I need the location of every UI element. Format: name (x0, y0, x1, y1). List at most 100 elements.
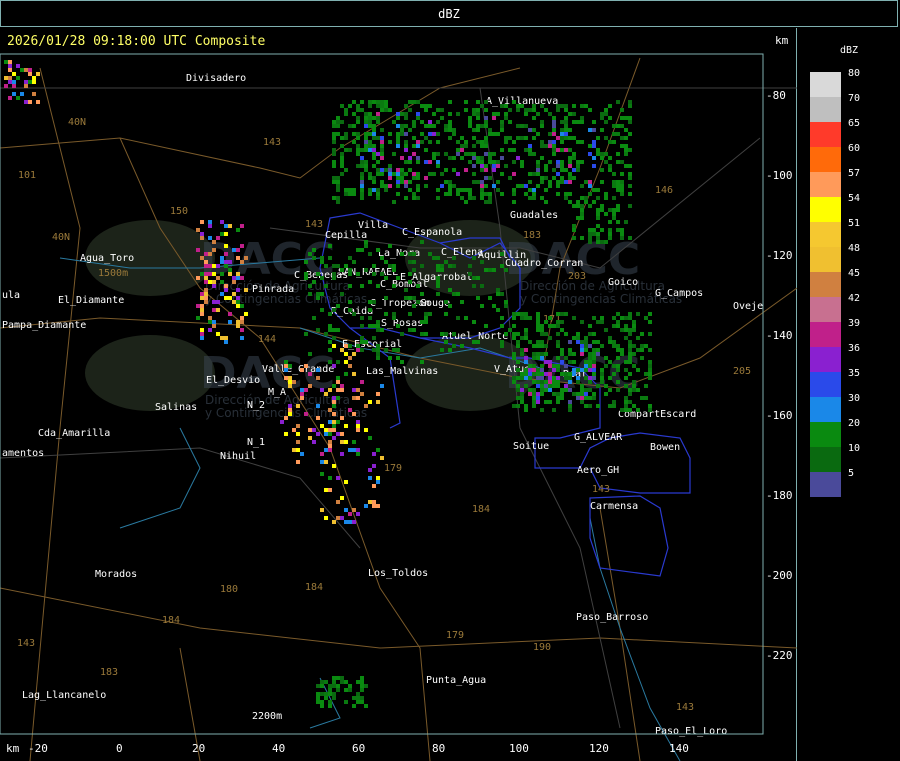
radar-echo (564, 148, 568, 152)
radar-echo (600, 320, 604, 324)
radar-echo (428, 132, 432, 136)
radar-echo (628, 332, 632, 336)
road-number: 150 (170, 206, 188, 217)
radar-echo (240, 328, 244, 332)
radar-echo (480, 104, 484, 108)
radar-echo (236, 228, 240, 232)
radar-echo (348, 192, 352, 196)
radar-echo (560, 148, 564, 152)
radar-echo (568, 408, 572, 412)
header-title: dBZ (438, 7, 460, 21)
radar-echo (376, 192, 380, 196)
radar-echo (392, 264, 396, 268)
radar-map[interactable]: DACC DACC Dirección de Agricultura Direc… (0, 28, 797, 761)
radar-echo (440, 108, 444, 112)
place-label: Oveje (733, 301, 763, 312)
place-label: S_Rosas (381, 318, 423, 329)
radar-echo (312, 256, 316, 260)
radar-echo (624, 324, 628, 328)
place-label: Salinas (155, 402, 197, 413)
radar-echo (472, 172, 476, 176)
radar-echo (400, 172, 404, 176)
radar-echo (444, 168, 448, 172)
radar-echo (580, 348, 584, 352)
radar-echo (12, 92, 16, 96)
radar-echo (368, 400, 372, 404)
radar-echo (392, 200, 396, 204)
radar-echo (344, 424, 348, 428)
radar-echo (224, 288, 228, 292)
radar-echo (236, 304, 240, 308)
radar-echo (464, 200, 468, 204)
radar-echo (364, 404, 368, 408)
radar-echo (300, 388, 304, 392)
legend-label: 20 (848, 418, 861, 429)
radar-echo (320, 276, 324, 280)
radar-echo (448, 136, 452, 140)
radar-echo (580, 104, 584, 108)
radar-echo (372, 484, 376, 488)
radar-echo (560, 360, 564, 364)
legend-label: 80 (848, 68, 861, 79)
radar-echo (468, 120, 472, 124)
radar-echo (572, 392, 576, 396)
radar-echo (640, 332, 644, 336)
radar-echo (628, 236, 632, 240)
radar-echo (628, 360, 632, 364)
radar-echo (524, 184, 528, 188)
radar-echo (604, 384, 608, 388)
radar-echo (320, 684, 324, 688)
radar-echo (196, 276, 200, 280)
radar-echo (616, 380, 620, 384)
radar-echo (412, 152, 416, 156)
radar-echo (340, 164, 344, 168)
radar-echo (504, 136, 508, 140)
radar-echo (224, 252, 228, 256)
radar-echo (352, 372, 356, 376)
radar-echo (476, 108, 480, 112)
radar-echo (492, 268, 496, 272)
legend-swatch (810, 222, 841, 247)
radar-echo (16, 96, 20, 100)
radar-echo (376, 392, 380, 396)
radar-echo (360, 684, 364, 688)
radar-echo (4, 60, 8, 64)
radar-echo (628, 392, 632, 396)
radar-echo (480, 168, 484, 172)
radar-echo (512, 332, 516, 336)
radar-echo (436, 108, 440, 112)
radar-echo (532, 380, 536, 384)
radar-echo (328, 388, 332, 392)
radar-echo (528, 368, 532, 372)
radar-echo (472, 152, 476, 156)
radar-echo (620, 172, 624, 176)
radar-echo (492, 132, 496, 136)
radar-echo (496, 188, 500, 192)
radar-echo (620, 144, 624, 148)
radar-echo (580, 236, 584, 240)
radar-echo (568, 400, 572, 404)
radar-echo (628, 120, 632, 124)
radar-echo (536, 344, 540, 348)
radar-echo (364, 244, 368, 248)
radar-echo (340, 160, 344, 164)
radar-echo (508, 108, 512, 112)
radar-echo (416, 184, 420, 188)
radar-echo (368, 144, 372, 148)
radar-echo (540, 156, 544, 160)
radar-echo (612, 196, 616, 200)
radar-echo (480, 140, 484, 144)
radar-echo (512, 380, 516, 384)
radar-echo (364, 704, 368, 708)
radar-echo (584, 200, 588, 204)
radar-echo (332, 132, 336, 136)
radar-echo (548, 336, 552, 340)
radar-echo (28, 80, 32, 84)
radar-echo (436, 276, 440, 280)
radar-echo (584, 392, 588, 396)
radar-echo (360, 188, 364, 192)
radar-echo (516, 384, 520, 388)
radar-echo (328, 704, 332, 708)
radar-echo (548, 364, 552, 368)
radar-echo (568, 176, 572, 180)
